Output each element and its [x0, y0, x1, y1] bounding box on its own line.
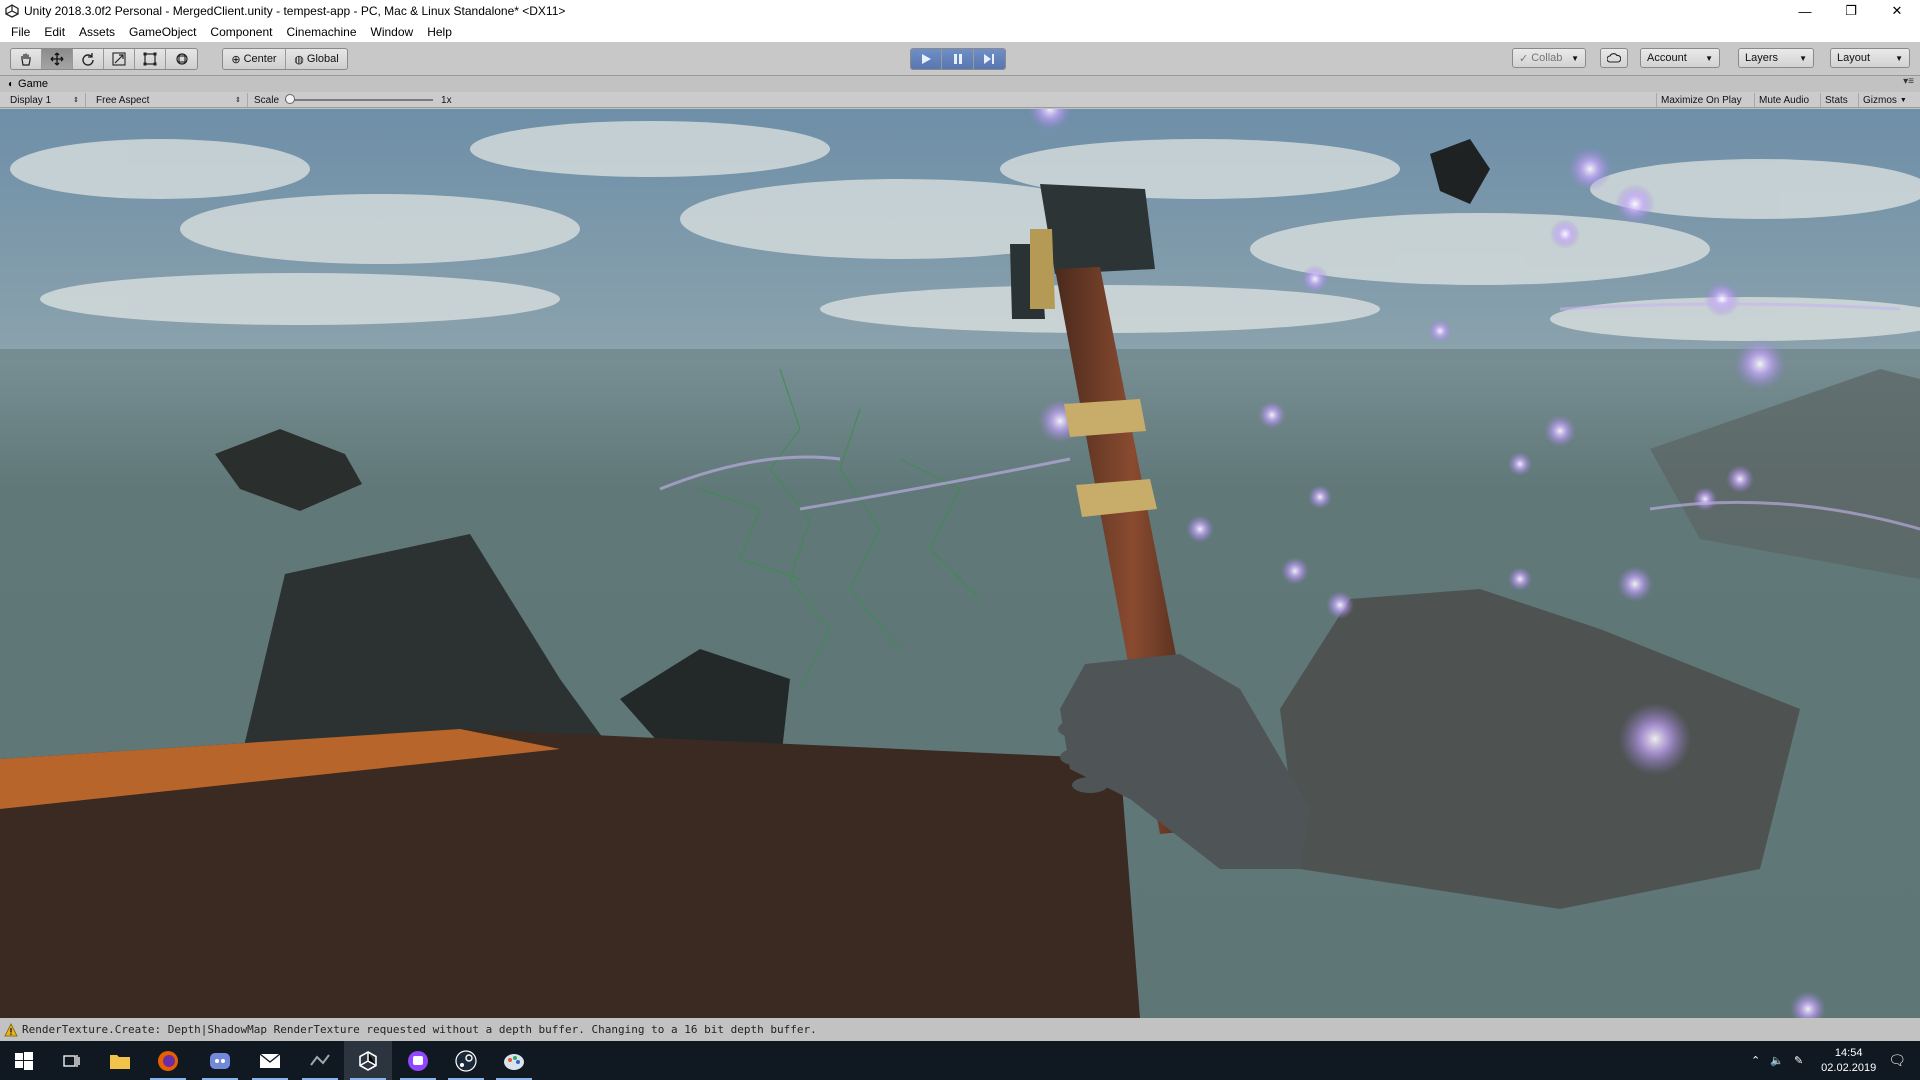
firefox-icon[interactable] [144, 1041, 192, 1080]
notifications-icon[interactable]: 🗨 [1888, 1052, 1906, 1069]
pause-button[interactable] [942, 49, 974, 69]
scale-slider[interactable] [285, 94, 434, 104]
check-icon: ✓ [1519, 52, 1529, 65]
windows-taskbar: ⌃ 🔈 ✎ 14:54 02.02.2019 🗨 [0, 1041, 1920, 1080]
game-view-controls: Display 1 ⇕ Free Aspect ⇕ Scale 1x Maxim… [0, 92, 1920, 108]
system-tray: ⌃ 🔈 ✎ 14:54 02.02.2019 🗨 [1751, 1041, 1920, 1080]
global-space-button[interactable]: ◍ Global [286, 49, 347, 69]
unity-icon[interactable] [344, 1041, 392, 1080]
unity-logo-icon [4, 3, 20, 19]
scale-control: Scale 1x [254, 93, 452, 107]
cloud-icon [1607, 53, 1621, 63]
clock-date: 02.02.2019 [1821, 1061, 1877, 1074]
pivot-label: Center [243, 53, 277, 65]
scale-label: Scale [254, 94, 280, 106]
chevron-down-icon: ▼ [1799, 53, 1807, 63]
account-dropdown[interactable]: Account ▼ [1640, 48, 1720, 68]
menu-file[interactable]: File [4, 22, 37, 42]
game-viewport[interactable] [0, 109, 1920, 1018]
rect-tool-icon[interactable] [135, 49, 166, 69]
rotate-tool-icon[interactable] [73, 49, 104, 69]
collab-dropdown[interactable]: ✓ Collab ▼ [1512, 48, 1586, 68]
layout-dropdown[interactable]: Layout ▼ [1830, 48, 1910, 68]
playback-controls [910, 48, 1006, 70]
app-icon[interactable] [296, 1041, 344, 1080]
steam-icon[interactable] [442, 1041, 490, 1080]
console-status-bar[interactable]: RenderTexture.Create: Depth|ShadowMap Re… [0, 1018, 1920, 1041]
cloud-button[interactable] [1600, 48, 1628, 68]
chevron-down-icon: ▼ [1895, 53, 1903, 63]
file-explorer-icon[interactable] [96, 1041, 144, 1080]
tab-options-icon[interactable]: ▾≡ [1903, 76, 1914, 87]
maximize-button[interactable]: ❐ [1828, 0, 1874, 22]
menu-gameobject[interactable]: GameObject [122, 22, 203, 42]
pivot-center-button[interactable]: ⊕ Center [223, 49, 286, 69]
scale-value: 1x [441, 94, 452, 106]
volume-icon[interactable]: 🔈 [1770, 1054, 1784, 1067]
discord-icon[interactable] [196, 1041, 244, 1080]
hand-tool-icon[interactable] [11, 49, 42, 69]
main-toolbar: ⊕ Center ◍ Global ✓ Collab ▼ Account ▼ Lay… [0, 42, 1920, 76]
transform-tools [10, 48, 198, 70]
account-label: Account [1647, 52, 1687, 64]
tab-game-label: Game [18, 78, 49, 90]
close-button[interactable]: ✕ [1874, 0, 1920, 22]
pivot-icon: ⊕ [231, 53, 241, 66]
step-button[interactable] [973, 49, 1005, 69]
menu-edit[interactable]: Edit [37, 22, 72, 42]
chevron-up-icon[interactable]: ⌃ [1751, 1054, 1760, 1067]
gizmos-dropdown[interactable]: Gizmos ▼ [1858, 93, 1920, 107]
task-view-icon[interactable] [48, 1041, 96, 1080]
window-title: Unity 2018.3.0f2 Personal - MergedClient… [24, 4, 566, 18]
status-message: RenderTexture.Create: Depth|ShadowMap Re… [22, 1023, 817, 1036]
menu-window[interactable]: Window [364, 22, 421, 42]
display-dropdown[interactable]: Display 1 ⇕ [4, 93, 86, 107]
scale-tool-icon[interactable] [104, 49, 135, 69]
layout-label: Layout [1837, 52, 1871, 64]
menu-cinemachine[interactable]: Cinemachine [279, 22, 363, 42]
clock-time: 14:54 [1834, 1046, 1863, 1059]
space-label: Global [306, 53, 339, 65]
menu-assets[interactable]: Assets [72, 22, 122, 42]
chevron-down-icon: ▼ [1899, 96, 1907, 104]
menu-component[interactable]: Component [203, 22, 279, 42]
warning-icon [4, 1022, 18, 1036]
game-scene [0, 109, 1920, 1018]
move-tool-icon[interactable] [42, 49, 73, 69]
menu-help[interactable]: Help [420, 22, 459, 42]
chevron-updown-icon: ⇕ [235, 97, 241, 104]
chevron-updown-icon: ⇕ [73, 97, 79, 104]
pivot-toggles: ⊕ Center ◍ Global [222, 48, 348, 70]
collab-label: Collab [1531, 52, 1563, 64]
tab-game[interactable]: ◐ Game [0, 78, 48, 90]
stats-toggle[interactable]: Stats [1820, 93, 1852, 107]
chevron-down-icon: ▼ [1571, 53, 1579, 63]
transform-tool-icon[interactable] [166, 49, 197, 69]
layers-label: Layers [1745, 52, 1779, 64]
scale-slider-thumb[interactable] [285, 94, 296, 104]
clock[interactable]: 14:54 02.02.2019 [1821, 1046, 1876, 1076]
display-label: Display 1 [10, 94, 52, 106]
game-tab-header: ◐ Game ▾≡ [0, 76, 1920, 92]
layers-dropdown[interactable]: Layers ▼ [1738, 48, 1814, 68]
globe-icon: ◍ [294, 53, 304, 66]
mute-audio-toggle[interactable]: Mute Audio [1754, 93, 1813, 107]
aspect-dropdown[interactable]: Free Aspect ⇕ [90, 93, 248, 107]
start-icon[interactable] [0, 1041, 48, 1080]
menu-bar: File Edit Assets GameObject Component Ci… [0, 22, 1920, 42]
chevron-down-icon: ▼ [1705, 53, 1713, 63]
gizmos-label: Gizmos [1863, 94, 1897, 106]
pen-icon[interactable]: ✎ [1794, 1054, 1803, 1067]
aspect-label: Free Aspect [96, 94, 150, 106]
minimize-button[interactable]: — [1782, 0, 1828, 22]
title-bar: Unity 2018.3.0f2 Personal - MergedClient… [0, 0, 1920, 22]
game-controller-icon: ◐ [8, 78, 15, 90]
mail-icon[interactable] [246, 1041, 294, 1080]
paint-icon[interactable] [490, 1041, 538, 1080]
play-button[interactable] [911, 49, 943, 69]
maximize-on-play-toggle[interactable]: Maximize On Play [1656, 93, 1746, 107]
twitch-icon[interactable] [394, 1041, 442, 1080]
